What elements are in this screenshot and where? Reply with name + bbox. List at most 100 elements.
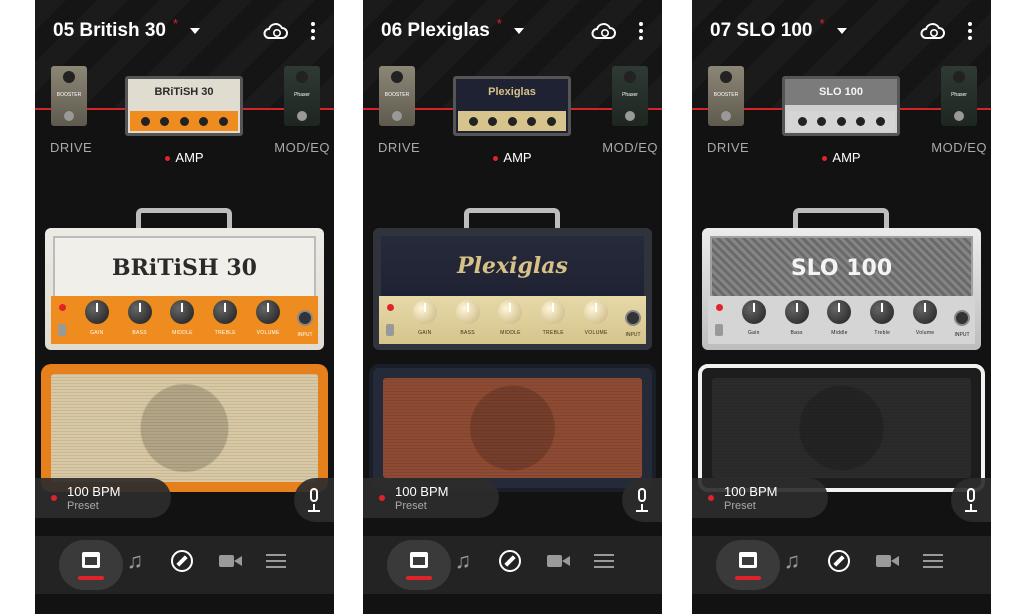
amp-head[interactable]: BRiTiSH 30 GAIN BASS MIDDLE TREBLE VOLUME IN… (45, 228, 324, 350)
chevron-down-icon[interactable] (190, 28, 201, 34)
music-note-icon[interactable]: ♫ (124, 550, 146, 572)
knob-dial[interactable] (213, 300, 238, 324)
menu-icon[interactable] (594, 550, 616, 572)
knob-dial[interactable] (127, 300, 152, 324)
microphone-button[interactable] (622, 478, 662, 522)
speaker-cabinet[interactable] (41, 364, 328, 492)
knob-dial[interactable] (84, 300, 109, 324)
knob-dial[interactable] (541, 300, 566, 324)
microphone-button[interactable] (294, 478, 334, 522)
knob-dial[interactable] (584, 300, 609, 324)
microphone-button[interactable] (951, 478, 991, 522)
bottom-nav: ♫ (35, 536, 334, 594)
preset-title[interactable]: 07 SLO 100 (710, 20, 812, 42)
knob-bass[interactable]: BASS (121, 296, 159, 336)
preset-title[interactable]: 05 British 30 (53, 20, 166, 42)
knob-volume[interactable]: VOLUME (249, 296, 287, 336)
amp-control-panel: Gain Bass Middle Treble Volume INPUT (708, 296, 975, 344)
knob-middle[interactable]: MIDDLE (491, 296, 529, 336)
knob-dial[interactable] (412, 300, 437, 324)
input-jack: INPUT (620, 302, 646, 338)
more-options-icon[interactable] (959, 20, 981, 42)
music-note-icon[interactable]: ♫ (452, 550, 474, 572)
knob-dial[interactable] (870, 300, 895, 324)
knob-gain[interactable]: GAIN (406, 296, 444, 336)
knob-volume[interactable]: Volume (906, 296, 944, 336)
knob-dial[interactable] (741, 300, 766, 324)
drive-pedal-label: BOOSTER (384, 92, 410, 98)
knob-label: TREBLE (214, 330, 236, 336)
slot-amp-label[interactable]: AMP (692, 150, 991, 165)
amp-brand: BRiTiSH 30 (53, 236, 316, 300)
chevron-down-icon[interactable] (513, 28, 524, 34)
amp-icon[interactable] (78, 550, 104, 580)
knob-dial[interactable] (784, 300, 809, 324)
video-camera-icon[interactable] (219, 550, 242, 572)
knob-treble[interactable]: TREBLE (206, 296, 244, 336)
chevron-down-icon[interactable] (836, 28, 847, 34)
active-dot (493, 156, 499, 162)
knob-dial[interactable] (170, 300, 195, 324)
tuner-icon[interactable] (499, 550, 521, 572)
speaker-cabinet[interactable] (698, 364, 985, 492)
slot-amp-label[interactable]: AMP (35, 150, 334, 165)
drive-pedal-thumbnail[interactable]: BOOSTER (51, 66, 87, 126)
bottom-nav: ♫ (363, 536, 662, 594)
mod-pedal-thumbnail[interactable]: Phaser (941, 66, 977, 126)
speaker-grill (712, 378, 971, 478)
amp-thumbnail[interactable]: SLO 100 (782, 76, 900, 136)
mod-pedal-thumbnail[interactable]: Phaser (612, 66, 648, 126)
cloud-sync-icon[interactable] (590, 21, 616, 41)
app-screen: 06 Plexiglas * BOOSTER Plexiglas Phaser … (363, 0, 662, 614)
tempo-button[interactable]: 100 BPM Preset (363, 478, 499, 518)
power-switch[interactable] (51, 300, 73, 340)
knob-bass[interactable]: Bass (778, 296, 816, 336)
amp-icon[interactable] (406, 550, 432, 580)
tempo-button[interactable]: 100 BPM Preset (35, 478, 171, 518)
microphone-icon (310, 488, 318, 502)
knob-dial[interactable] (256, 300, 281, 324)
tempo-button[interactable]: 100 BPM Preset (692, 478, 828, 518)
amp-thumbnail[interactable]: BRiTiSH 30 (125, 76, 243, 136)
knob-dial[interactable] (455, 300, 480, 324)
power-switch[interactable] (379, 300, 401, 340)
knob-treble[interactable]: Treble (863, 296, 901, 336)
speaker-cabinet[interactable] (369, 364, 656, 492)
power-switch[interactable] (708, 300, 730, 340)
music-note-icon[interactable]: ♫ (781, 550, 803, 572)
knob-label: GAIN (90, 330, 104, 336)
drive-pedal-label: BOOSTER (56, 92, 82, 98)
amp-head[interactable]: Plexiglas GAIN BASS MIDDLE TREBLE VOLUME INP… (373, 228, 652, 350)
knob-dial[interactable] (827, 300, 852, 324)
knob-treble[interactable]: TREBLE (534, 296, 572, 336)
video-camera-icon[interactable] (876, 550, 899, 572)
knob-gain[interactable]: GAIN (78, 296, 116, 336)
preset-header: 07 SLO 100 * (710, 14, 981, 48)
knob-gain[interactable]: Gain (735, 296, 773, 336)
tuner-icon[interactable] (171, 550, 193, 572)
knob-dial[interactable] (913, 300, 938, 324)
amp-thumbnail[interactable]: Plexiglas (453, 76, 571, 136)
amp-icon[interactable] (735, 550, 761, 580)
video-camera-icon[interactable] (547, 550, 570, 572)
knob-volume[interactable]: VOLUME (577, 296, 615, 336)
tuner-icon[interactable] (828, 550, 850, 572)
cloud-sync-icon[interactable] (919, 21, 945, 41)
cloud-sync-icon[interactable] (262, 21, 288, 41)
drive-pedal-thumbnail[interactable]: BOOSTER (379, 66, 415, 126)
knob-dial[interactable] (498, 300, 523, 324)
knob-middle[interactable]: Middle (820, 296, 858, 336)
slot-amp-label[interactable]: AMP (363, 150, 662, 165)
menu-icon[interactable] (266, 550, 288, 572)
mod-pedal-label: Phaser (622, 92, 638, 98)
preset-title[interactable]: 06 Plexiglas (381, 20, 490, 42)
knob-middle[interactable]: MIDDLE (163, 296, 201, 336)
menu-icon[interactable] (923, 550, 945, 572)
mod-pedal-thumbnail[interactable]: Phaser (284, 66, 320, 126)
amp-head[interactable]: SLO 100 Gain Bass Middle Treble Volume INPUT (702, 228, 981, 350)
knob-bass[interactable]: BASS (449, 296, 487, 336)
drive-pedal-thumbnail[interactable]: BOOSTER (708, 66, 744, 126)
more-options-icon[interactable] (302, 20, 324, 42)
knob-label: Gain (747, 330, 760, 336)
more-options-icon[interactable] (630, 20, 652, 42)
